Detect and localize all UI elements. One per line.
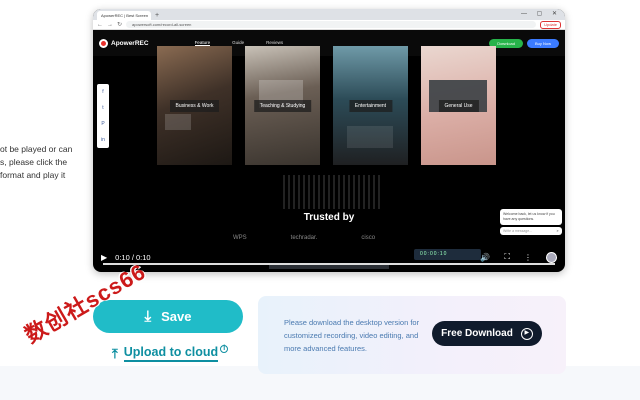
reload-icon: ↻ [117,22,123,28]
recorded-browser-tabs: ApowerREC | Best Screen + — ▢ ✕ [93,9,565,20]
brand-logos: WPS techradar. cisco [233,235,375,241]
truncated-help-text: ot be played or can s, please click the … [0,143,92,182]
forward-icon: → [107,21,113,28]
card-teaching: Teaching & Studying [245,46,320,165]
card-business: Business & Work [157,46,232,165]
decorative-bars [283,175,380,209]
player-controls: ▶ 0:10 / 0:10 🔊 ⛶ ⋮ [93,242,565,272]
volume-icon[interactable]: 🔊 [480,253,490,262]
brand-wps: WPS [233,235,247,241]
card-general: General Use [421,46,496,165]
more-options-icon[interactable]: ⋮ [524,253,532,262]
twitter-icon: t [102,105,104,111]
free-download-label: Free Download [441,328,513,339]
video-player[interactable]: ApowerREC | Best Screen + — ▢ ✕ ← → ↻ ap… [93,9,565,272]
facebook-icon: f [102,89,104,95]
recorded-browser-tab: ApowerREC | Best Screen [97,11,151,20]
new-tab-icon: + [155,12,160,19]
info-icon[interactable]: i [220,344,229,353]
arrow-right-icon: ▶ [520,327,533,340]
card-entertainment: Entertainment [333,46,408,165]
apowerrec-logo: ApowerREC [99,38,149,48]
brand-techradar: techradar. [290,235,318,241]
card-business-label: Business & Work [169,100,220,112]
send-icon: ➤ [556,229,559,233]
upload-to-cloud-link[interactable]: ⤒ Upload to cloud i [112,344,229,362]
pinterest-icon: P [101,121,105,127]
use-case-cards: Business & Work Teaching & Studying Ente… [157,46,496,165]
window-controls-icon: — ▢ ✕ [520,11,561,17]
social-share-bar: f t P in [97,84,109,148]
save-button[interactable]: ⤓ Save [93,300,243,333]
brand-name: ApowerREC [111,39,149,47]
promo-text: Please download the desktop version for … [284,318,420,353]
chat-placeholder: Write a message... [503,229,533,233]
update-badge: Update [540,20,561,29]
free-download-button[interactable]: Free Download ▶ [432,321,542,346]
support-avatar[interactable] [546,251,557,263]
recorded-header-buttons: Download Buy Now [489,38,559,48]
card-teaching-label: Teaching & Studying [253,100,312,112]
brand-cisco: cisco [361,235,376,241]
card-entertainment-label: Entertainment [348,100,393,112]
chat-bubble: Welcome back, let us know if you have an… [500,209,562,225]
fullscreen-icon[interactable]: ⛶ [504,252,510,262]
desktop-promo: Please download the desktop version for … [258,296,566,374]
upload-icon: ⤒ [112,345,118,361]
help-line-2: s, please click the [0,157,68,167]
trusted-by-heading: Trusted by [303,212,355,223]
linkedin-icon: in [101,137,105,143]
upload-label: Upload to cloud [123,345,219,362]
back-icon: ← [97,21,103,28]
download-icon: ⤓ [144,308,152,325]
card-general-label: General Use [438,100,479,112]
play-button[interactable]: ▶ [101,253,107,262]
help-line-1: ot be played or can [0,144,73,154]
help-line-3: format and play it [0,170,66,180]
save-label: Save [161,309,192,324]
recorded-buy-button: Buy Now [526,38,559,48]
chat-input: Write a message... ➤ [500,227,562,235]
player-controls-right: 🔊 ⛶ ⋮ [480,251,557,263]
recorded-address-bar: ← → ↻ apowersoft.com/record-all-screen U… [93,20,565,30]
recorded-url: apowersoft.com/record-all-screen [126,21,537,28]
record-logo-icon [99,38,108,48]
